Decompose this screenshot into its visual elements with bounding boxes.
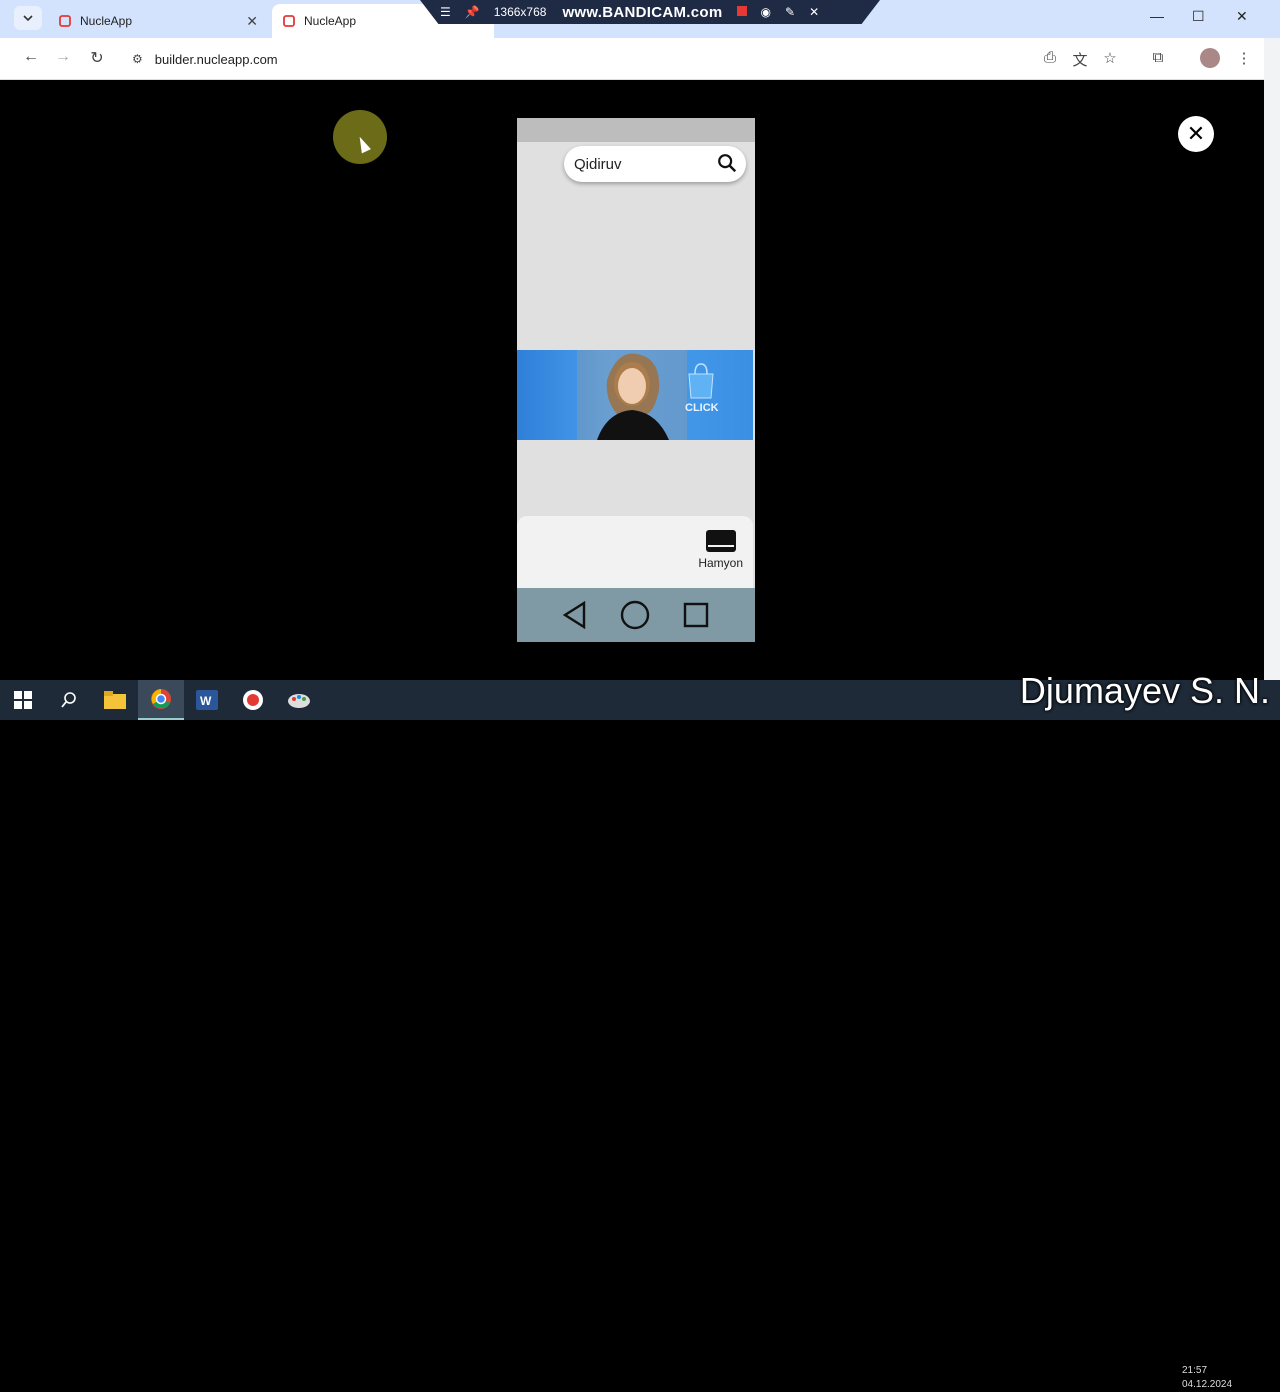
forward-icon[interactable]: → (52, 48, 74, 66)
phone-status-bar (517, 118, 755, 142)
search-icon[interactable] (716, 152, 738, 174)
chevron-down-icon (23, 15, 33, 22)
tab-title: NucleApp (80, 14, 133, 28)
home-circle-icon[interactable] (619, 599, 651, 631)
recorder-resolution: 1366x768 (493, 5, 547, 19)
extensions-icon[interactable]: ⧉ (1148, 49, 1168, 66)
clock-time: 21:57 (1182, 1365, 1208, 1376)
shopping-bag-icon (688, 363, 714, 399)
bookmark-star-icon[interactable]: ☆ (1100, 49, 1120, 67)
banner-badge: CLICK (685, 402, 719, 414)
pencil-icon[interactable]: ✎ (785, 5, 795, 19)
back-icon[interactable]: ← (20, 48, 42, 66)
chrome-icon[interactable] (138, 680, 184, 720)
site-info-icon[interactable]: ⚙ (132, 52, 143, 66)
banner-model-image (577, 350, 687, 440)
tab-title: NucleApp (304, 14, 357, 28)
search-input[interactable]: Qidiruv (564, 146, 746, 182)
url-text: builder.nucleapp.com (154, 51, 278, 67)
back-triangle-icon[interactable] (562, 601, 588, 629)
windows-start-icon[interactable] (0, 680, 46, 720)
install-app-icon[interactable]: ⎙ (1040, 49, 1060, 66)
file-explorer-icon[interactable] (92, 680, 138, 720)
reload-icon[interactable]: ↻ (86, 48, 108, 68)
close-icon: ✕ (1186, 121, 1206, 146)
maximize-icon[interactable]: ☐ (1192, 8, 1205, 25)
search-icon[interactable] (46, 680, 92, 720)
stop-icon[interactable] (736, 5, 747, 19)
system-clock[interactable]: 21:57 04.12.2024 (1182, 1364, 1232, 1392)
tab-close-icon[interactable]: ✕ (246, 13, 258, 30)
wallet-icon (705, 530, 736, 552)
word-icon[interactable]: W (184, 680, 230, 720)
translate-icon[interactable]: 文 (1070, 49, 1090, 70)
nav-item-hamyon[interactable]: Hamyon (698, 530, 743, 570)
address-bar[interactable]: ⚙ builder.nucleapp.com (122, 43, 1134, 75)
minimize-icon[interactable]: — (1150, 8, 1164, 24)
window-close-icon[interactable]: ✕ (1236, 8, 1248, 25)
tab-search-dropdown[interactable] (14, 6, 42, 30)
pin-icon[interactable]: 📌 (465, 5, 480, 19)
paint-icon[interactable] (276, 680, 322, 720)
bottom-navigation: Hamyon (517, 516, 753, 588)
search-placeholder: Qidiruv (574, 155, 622, 173)
close-icon[interactable]: ✕ (809, 5, 819, 19)
record-icon[interactable] (230, 680, 276, 720)
author-watermark: Djumayev S. N. (1019, 670, 1270, 711)
nucleapp-favicon-icon (59, 15, 71, 27)
nav-item-label: Hamyon (698, 556, 743, 570)
side-panel-strip (1264, 38, 1280, 680)
phone-preview: Qidiruv CLICK Hamyon (517, 118, 755, 642)
android-system-nav (517, 588, 755, 642)
browser-tab-strip: NucleApp ✕ NucleApp ☰ 📌 1366x768 www.BAN… (0, 0, 1280, 38)
browser-tab[interactable]: NucleApp ✕ (48, 4, 268, 38)
menu-icon[interactable]: ☰ (440, 5, 451, 19)
svg-text:W: W (200, 694, 212, 708)
browser-toolbar: ← → ↻ ⚙ builder.nucleapp.com ⎙ 文 ☆ ⧉ ⋮ (0, 38, 1280, 80)
recorder-brand: www.BANDICAM.com (562, 3, 723, 21)
nucleapp-favicon-icon (283, 15, 295, 27)
promo-banner[interactable]: CLICK (517, 350, 753, 440)
recorder-bar: ☰ 📌 1366x768 www.BANDICAM.com ◉ ✎ ✕ (420, 0, 880, 24)
recents-square-icon[interactable] (682, 601, 710, 629)
profile-avatar[interactable] (1200, 48, 1220, 68)
more-menu-icon[interactable]: ⋮ (1234, 49, 1254, 67)
preview-close-button[interactable]: ✕ (1178, 116, 1214, 152)
camera-icon[interactable]: ◉ (761, 5, 771, 19)
clock-date: 04.12.2024 (1182, 1379, 1233, 1390)
